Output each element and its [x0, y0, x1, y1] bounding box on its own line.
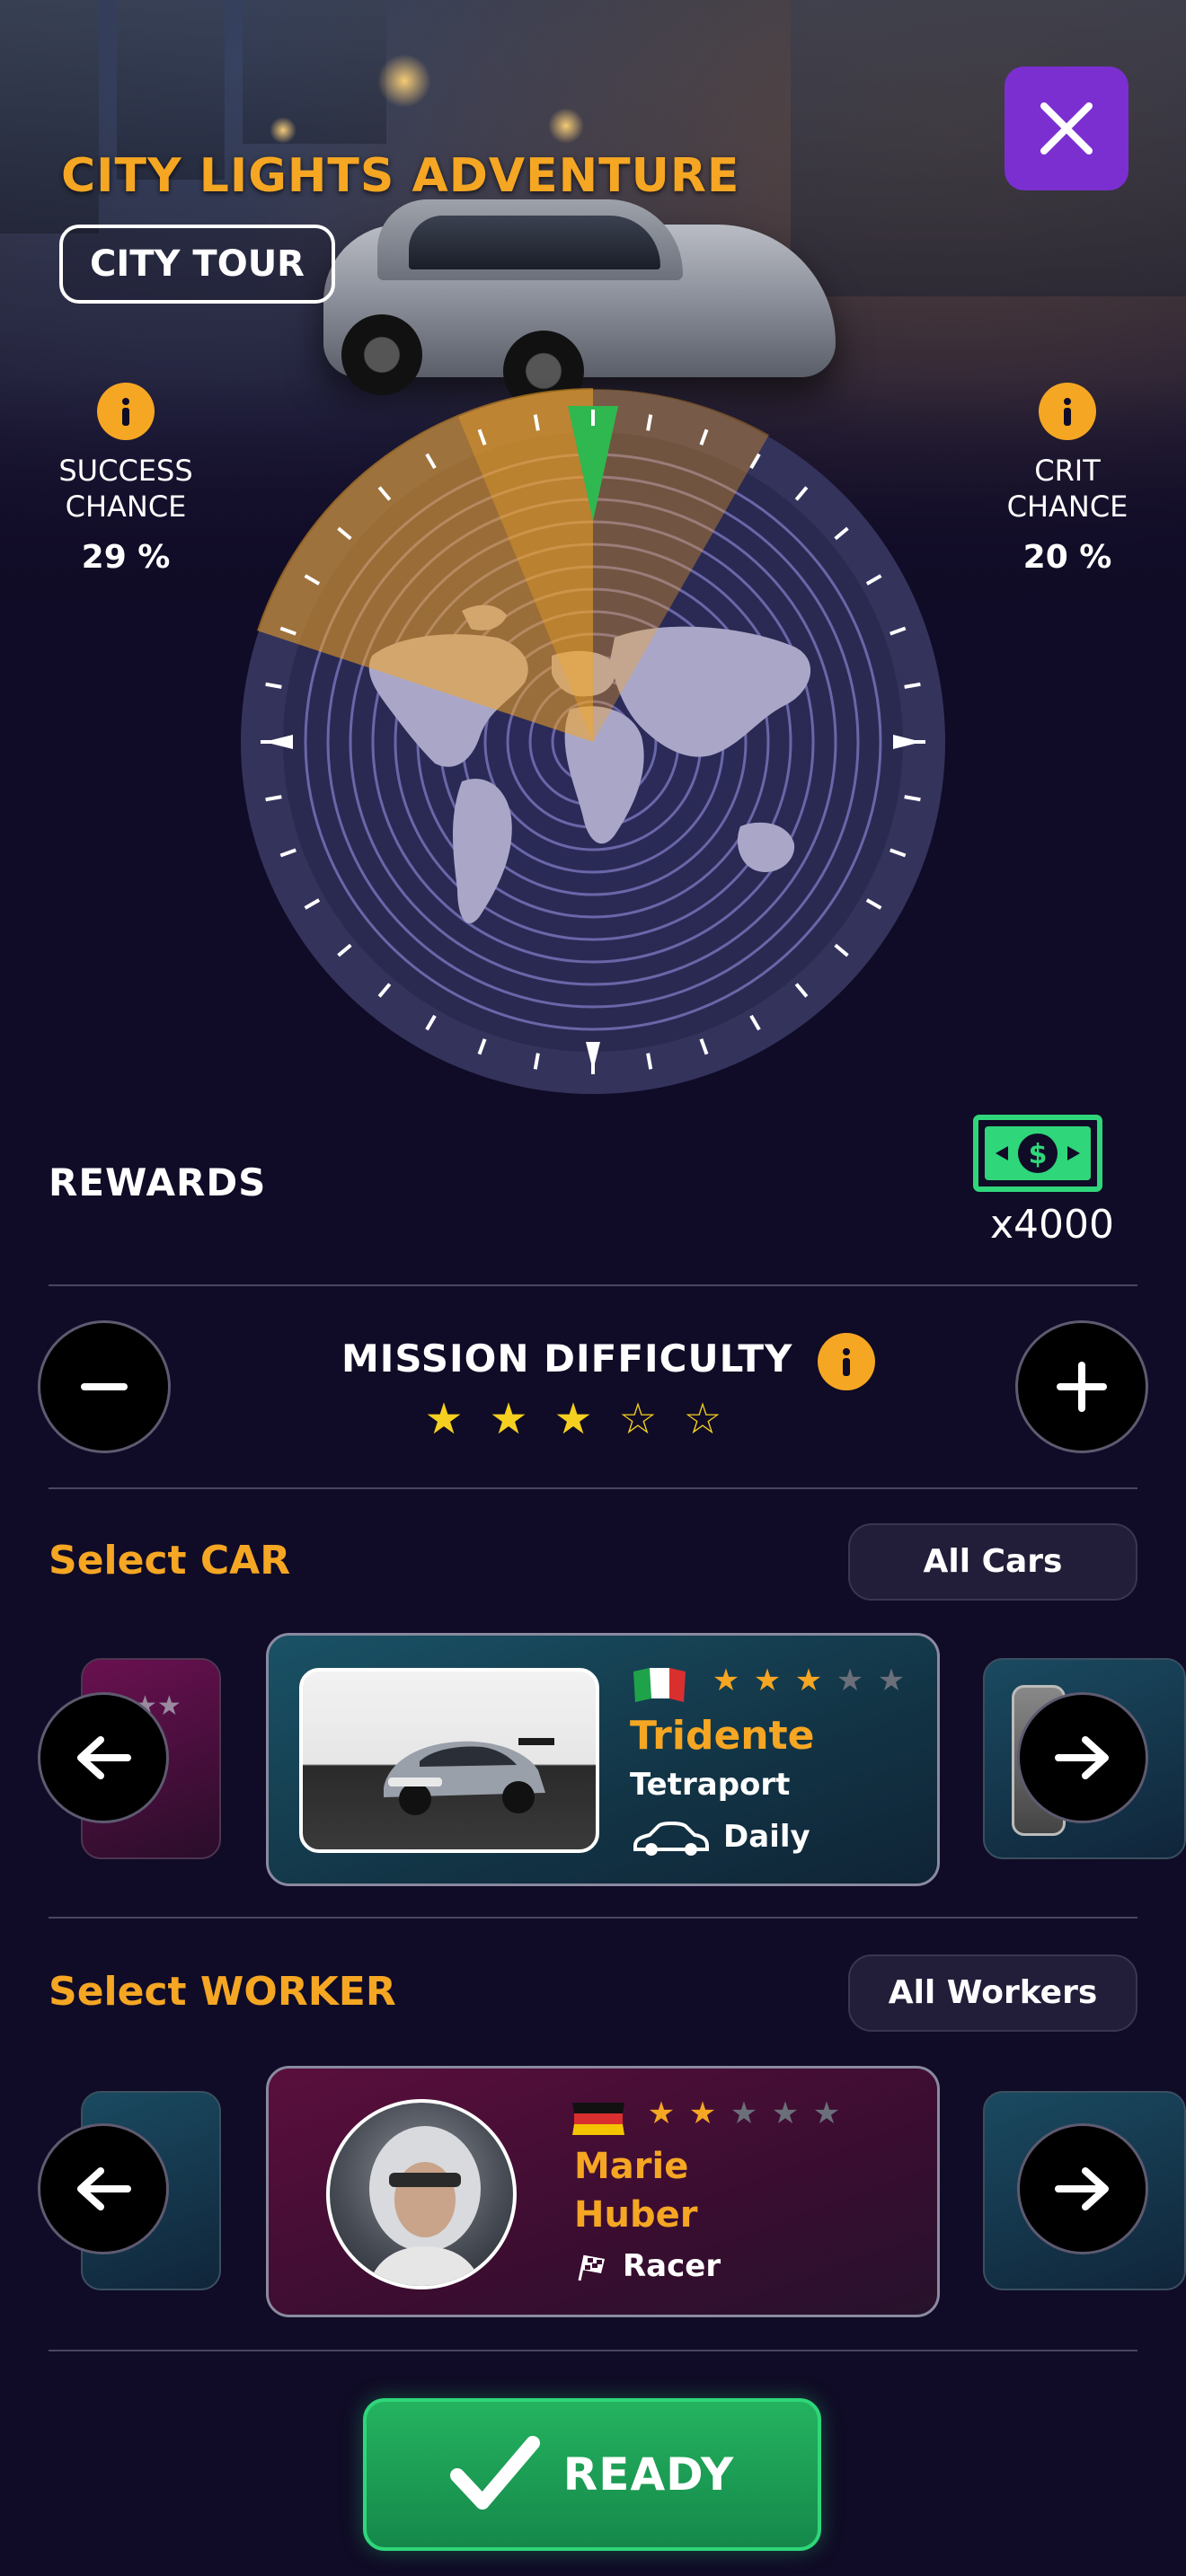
all-cars-filter-button[interactable]: All Cars	[848, 1523, 1137, 1601]
worker-rating-stars: ★ ★ ★ ★ ★	[641, 2095, 856, 2131]
crit-info-icon[interactable]	[1039, 383, 1096, 440]
star-filled-icon: ★	[424, 1394, 464, 1444]
rewards-label: REWARDS	[49, 1160, 267, 1204]
crit-chance-value: 20 %	[1022, 539, 1112, 576]
car-brand: Tetraport	[630, 1767, 791, 1803]
plus-icon	[1057, 1362, 1107, 1412]
star-filled-icon: ★	[553, 1394, 593, 1444]
success-label-line2: CHANCE	[65, 490, 187, 524]
street-light	[377, 54, 431, 108]
prev-car-button[interactable]	[38, 1692, 169, 1823]
mission-title: CITY LIGHTS ADVENTURE	[61, 149, 740, 203]
selected-car-card[interactable]: ★ ★ ★ ★ ★ Tridente Tetraport Daily	[266, 1633, 940, 1886]
star-empty-icon: ★	[877, 1663, 906, 1698]
germany-flag-icon	[572, 2103, 624, 2135]
star-filled-icon: ★	[712, 1663, 740, 1698]
difficulty-stars: ★ ★ ★ ☆ ☆	[412, 1398, 753, 1441]
star-filled-icon: ★	[489, 1394, 528, 1444]
worker-portrait	[367, 2126, 482, 2286]
worker-last-name: Huber	[574, 2194, 698, 2236]
star-empty-icon: ★	[812, 2095, 841, 2131]
all-workers-filter-button[interactable]: All Workers	[848, 1954, 1137, 2032]
ready-label: READY	[562, 2448, 735, 2501]
selected-worker-card[interactable]: ★ ★ ★ ★ ★ Marie Huber Racer	[266, 2066, 940, 2317]
close-icon	[1040, 102, 1093, 154]
star-filled-icon: ★	[647, 2095, 676, 2131]
prev-worker-button[interactable]	[38, 2123, 169, 2254]
mission-radar	[241, 388, 945, 1094]
arrow-right-icon	[1055, 1736, 1109, 1779]
star-filled-icon: ★	[753, 1663, 782, 1698]
arrow-right-icon	[1055, 2167, 1109, 2210]
italy-flag-icon	[633, 1668, 686, 1702]
crit-label-line2: CHANCE	[1006, 490, 1128, 524]
car-thumbnail	[299, 1668, 599, 1853]
arrow-left-icon	[77, 2167, 131, 2210]
crit-chance-label: CRIT CHANCE	[969, 453, 1166, 525]
divider	[49, 1284, 1137, 1286]
minus-icon	[81, 1383, 128, 1390]
reward-amount: x4000	[989, 1202, 1114, 1248]
hero-car-window	[409, 216, 660, 269]
worker-role: Racer	[623, 2248, 721, 2284]
worker-avatar	[326, 2099, 517, 2289]
success-chance-label: SUCCESS CHANCE	[27, 453, 225, 525]
decrease-difficulty-button[interactable]	[38, 1320, 171, 1453]
star-filled-icon: ★	[794, 1663, 823, 1698]
divider	[49, 1487, 1137, 1489]
street-light	[270, 117, 296, 144]
success-label-line1: SUCCESS	[58, 454, 193, 488]
close-button[interactable]	[1005, 66, 1128, 190]
car-name: Tridente	[630, 1713, 815, 1759]
increase-difficulty-button[interactable]	[1015, 1320, 1148, 1453]
next-car-button[interactable]	[1017, 1692, 1148, 1823]
mission-tag: CITY TOUR	[59, 225, 335, 304]
ready-button[interactable]: READY	[363, 2398, 821, 2551]
select-car-title: Select CAR	[49, 1538, 291, 1584]
divider	[49, 2350, 1137, 2351]
svg-text:$: $	[1029, 1139, 1048, 1170]
car-category-icon	[633, 1822, 709, 1856]
star-empty-icon: ☆	[618, 1394, 658, 1444]
car-image	[384, 1738, 554, 1815]
success-info-icon[interactable]	[97, 383, 155, 440]
cash-icon: $	[973, 1115, 1102, 1192]
star-empty-icon: ★	[836, 1663, 864, 1698]
difficulty-info-icon[interactable]	[818, 1333, 875, 1390]
success-chance-value: 29 %	[81, 539, 171, 576]
next-worker-button[interactable]	[1017, 2123, 1148, 2254]
street-light	[548, 108, 584, 144]
car-category: Daily	[723, 1819, 810, 1855]
star-empty-icon: ★	[730, 2095, 758, 2131]
car-rating-stars: ★ ★ ★ ★ ★	[705, 1663, 921, 1698]
star-empty-icon: ☆	[683, 1394, 722, 1444]
star-empty-icon: ★	[771, 2095, 800, 2131]
difficulty-label: MISSION DIFFICULTY	[341, 1337, 793, 1381]
checkmark-icon	[449, 2436, 540, 2510]
star-filled-icon: ★	[688, 2095, 717, 2131]
arrow-left-icon	[77, 1736, 131, 1779]
checkered-flag-icon	[578, 2254, 605, 2281]
worker-first-name: Marie	[574, 2146, 689, 2187]
crit-label-line1: CRIT	[1034, 454, 1101, 488]
select-worker-title: Select WORKER	[49, 1969, 396, 2015]
divider	[49, 1917, 1137, 1919]
building	[243, 0, 386, 144]
